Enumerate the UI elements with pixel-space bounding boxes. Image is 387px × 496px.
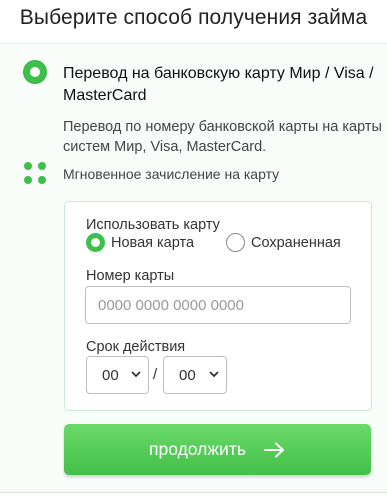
expiry-month-select[interactable]: 00 [86,356,149,394]
card-number-input[interactable] [85,286,351,324]
radio-saved-card-label: Сохраненная [251,234,341,251]
expiry-month-value: 00 [102,366,119,384]
expiry-year-select[interactable]: 00 [163,356,227,394]
radio-unselected-icon[interactable] [226,233,245,252]
radio-new-card-label: Новая карта [111,234,195,251]
radio-saved-card[interactable]: Сохраненная [226,233,341,252]
card-form: Использовать карту Новая карта Сохраненн… [64,201,372,411]
expiry-year-value: 00 [179,366,196,384]
chevron-down-icon [131,371,141,378]
expiry-separator: / [153,366,158,383]
continue-button[interactable]: продолжить [64,424,371,475]
card-number-label: Номер карты [86,268,175,284]
use-card-label: Использовать карту [86,217,220,233]
feature-text: Мгновенное зачисление на карту [63,166,280,182]
page-title: Выберите способ получения займа [19,6,368,29]
method-description: Перевод по номеру банковской карты на ка… [63,119,382,155]
arrow-right-icon [263,442,284,457]
divider [0,492,387,493]
chevron-down-icon [209,371,219,378]
radio-selected-icon[interactable] [86,233,105,252]
expiry-label: Срок действия [86,339,186,355]
dots-grid-icon [24,162,48,186]
radio-new-card[interactable]: Новая карта [86,233,194,252]
method-radio[interactable] [24,61,46,83]
method-title[interactable]: Перевод на банковскую карту Мир / Visa /… [63,63,383,107]
continue-button-label: продолжить [149,439,246,459]
